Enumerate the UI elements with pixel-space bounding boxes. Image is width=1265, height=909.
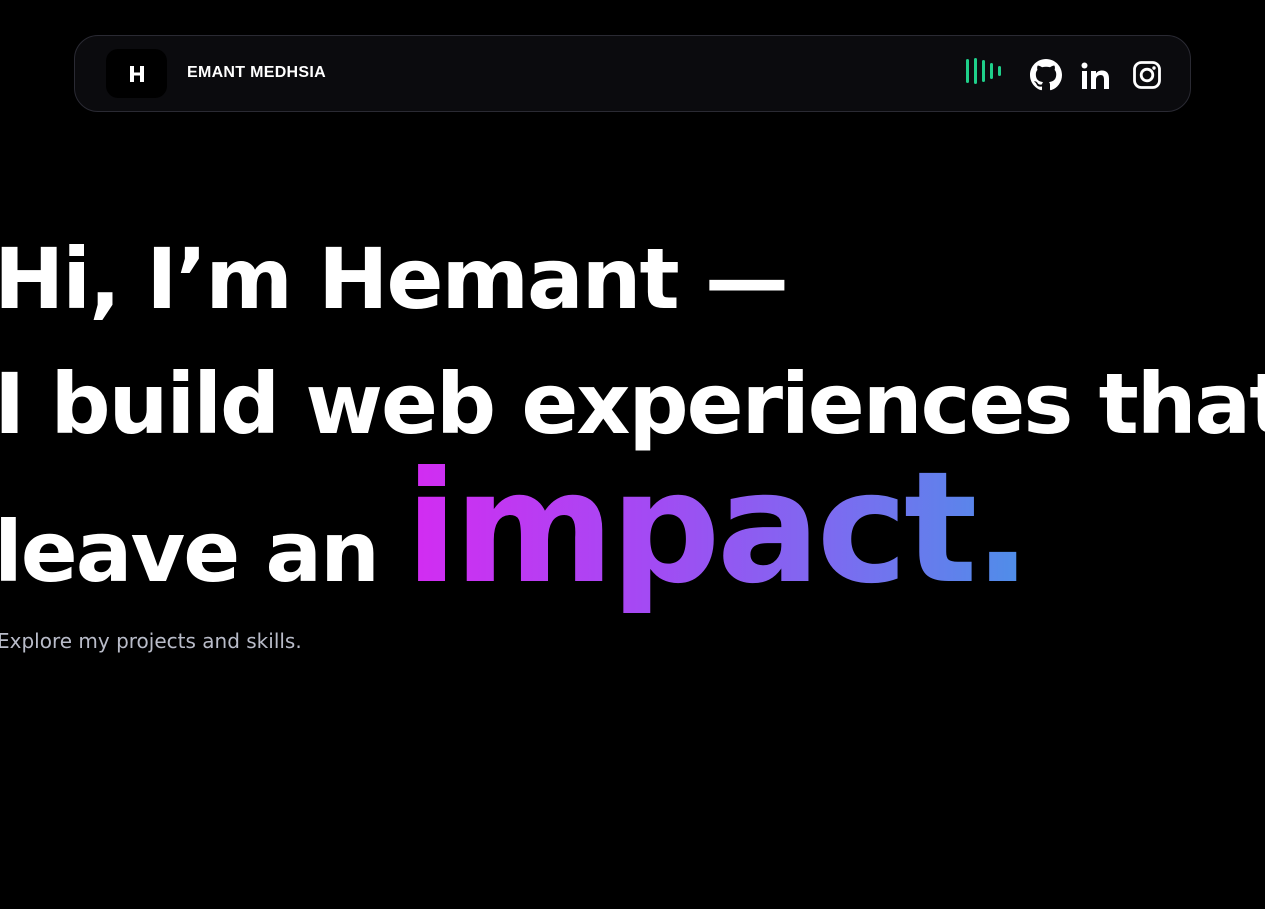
navbar: HEMANT MEDHSIA (74, 35, 1191, 112)
logo[interactable] (106, 49, 167, 98)
audio-bars-icon[interactable] (963, 56, 1009, 86)
linkedin-icon[interactable] (1079, 60, 1113, 92)
github-icon[interactable] (1029, 58, 1063, 92)
hero-line-2: I build web experiences that (0, 355, 1265, 453)
hero-subtitle: Explore my projects and skills. (0, 629, 302, 653)
brand-name: HEMANT MEDHSIA (186, 64, 326, 81)
logo-h-icon (129, 65, 144, 82)
hero-line-3: leave an impact. (0, 452, 1032, 606)
instagram-icon[interactable] (1130, 58, 1164, 92)
brand-name-marquee: HEMANT MEDHSIA (186, 62, 326, 86)
hero-line-1: Hi, I’m Hemant — (0, 230, 789, 328)
impact-highlight: impact. (405, 439, 1032, 618)
hero-line-3-prefix: leave an (0, 503, 380, 601)
